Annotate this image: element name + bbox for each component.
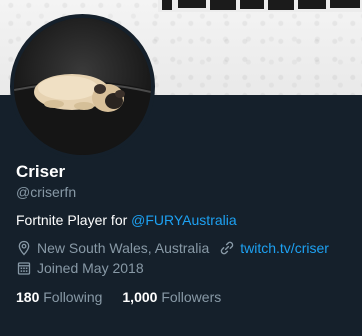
- location-pin-icon: [18, 240, 30, 256]
- profile-handle: @criserfn: [16, 184, 77, 200]
- website-link[interactable]: twitch.tv/criser: [240, 240, 329, 256]
- website-item[interactable]: twitch.tv/criser: [219, 240, 329, 256]
- followers-stat[interactable]: 1,000 Followers: [122, 289, 221, 305]
- bio-mention-link[interactable]: @FURYAustralia: [131, 212, 237, 228]
- followers-label: Followers: [161, 289, 222, 305]
- following-stat[interactable]: 180 Following: [16, 289, 102, 305]
- profile-meta-row: New South Wales, Australia twitch.tv/cri…: [16, 240, 329, 256]
- avatar[interactable]: [10, 14, 155, 159]
- banner-logo-image: [158, 0, 362, 12]
- bio-text: Fortnite Player for: [16, 212, 132, 228]
- following-count: 180: [16, 289, 40, 305]
- calendar-icon: [17, 262, 31, 275]
- location-text: New South Wales, Australia: [37, 240, 210, 256]
- avatar-pug-photo: [14, 18, 151, 155]
- joined-row: Joined May 2018: [16, 260, 144, 276]
- joined-text: Joined May 2018: [37, 260, 144, 276]
- profile-stats: 180 Following 1,000 Followers: [16, 289, 241, 305]
- joined-item: Joined May 2018: [16, 260, 144, 276]
- following-label: Following: [43, 289, 103, 305]
- followers-count: 1,000: [122, 289, 158, 305]
- location-item: New South Wales, Australia: [16, 240, 209, 256]
- link-icon: [220, 241, 234, 255]
- profile-name: Criser: [16, 162, 66, 181]
- profile-bio: Fortnite Player for @FURYAustralia: [16, 212, 237, 228]
